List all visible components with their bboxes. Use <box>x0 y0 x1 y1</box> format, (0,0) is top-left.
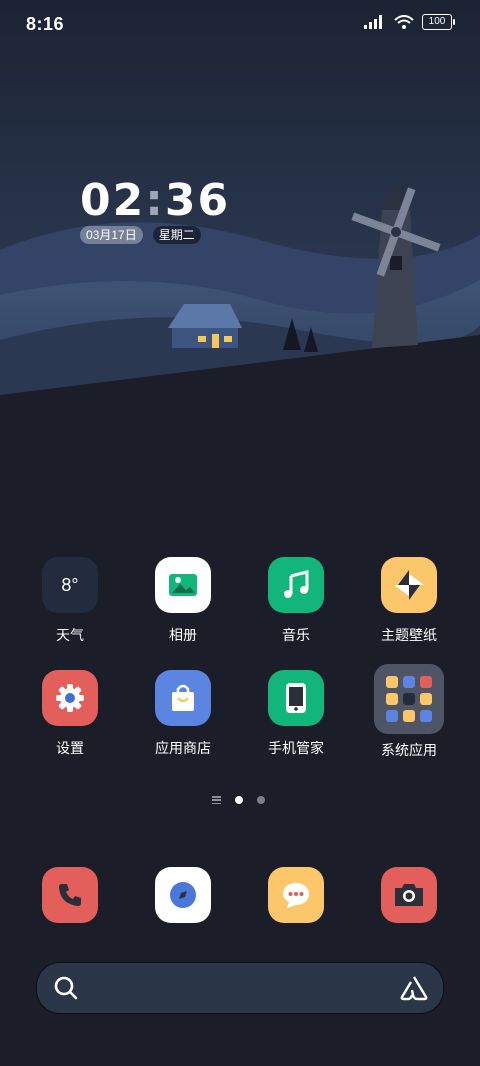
camera-icon <box>381 867 437 923</box>
folder-preview-grid <box>386 676 432 722</box>
page-dot-1[interactable] <box>235 796 243 804</box>
app-themes[interactable]: 主题壁纸 <box>364 557 454 645</box>
page-indicator[interactable] <box>212 796 265 804</box>
app-settings[interactable]: 设置 <box>25 670 115 758</box>
gear-icon <box>42 670 98 726</box>
clock-separator: : <box>145 175 165 226</box>
clock-minute: 36 <box>164 175 231 226</box>
app-system-apps-folder[interactable]: 系统应用 <box>364 664 454 760</box>
battery-icon: 100 <box>422 14 455 30</box>
app-label-system-apps: 系统应用 <box>381 742 437 758</box>
wifi-icon <box>394 15 414 29</box>
app-music[interactable]: 音乐 <box>251 557 341 645</box>
status-bar: 8:16 100 <box>0 0 480 50</box>
compass-icon <box>155 867 211 923</box>
app-drawer-icon[interactable] <box>212 796 221 804</box>
app-app-store[interactable]: 应用商店 <box>138 670 228 758</box>
shopping-bag-icon <box>155 670 211 726</box>
assistant-icon[interactable] <box>399 975 429 1001</box>
search-icon[interactable] <box>53 975 79 1001</box>
dock-phone[interactable] <box>42 867 98 923</box>
app-label-app-store: 应用商店 <box>155 740 211 756</box>
clock-widget[interactable]: 02:36 03月17日 星期二 <box>80 176 230 244</box>
app-weather[interactable]: 8° 天气 <box>25 557 115 645</box>
app-label-themes: 主题壁纸 <box>381 627 437 643</box>
weather-icon: 8° <box>42 557 98 613</box>
folder-icon <box>374 664 444 734</box>
dock-browser[interactable] <box>155 867 211 923</box>
phone-manager-icon <box>268 670 324 726</box>
chat-icon <box>268 867 324 923</box>
page-dot-2[interactable] <box>257 796 265 804</box>
app-gallery[interactable]: 相册 <box>138 557 228 645</box>
clock-time: 02:36 <box>80 176 230 226</box>
app-label-phone-manager: 手机管家 <box>268 740 324 756</box>
clock-weekday: 星期二 <box>152 226 201 244</box>
app-label-weather: 天气 <box>56 627 84 643</box>
weather-temp: 8° <box>61 574 79 595</box>
search-bar[interactable] <box>36 962 444 1014</box>
music-icon <box>268 557 324 613</box>
themes-icon <box>381 557 437 613</box>
app-label-settings: 设置 <box>56 740 84 756</box>
clock-hour: 02 <box>80 175 146 226</box>
app-label-gallery: 相册 <box>169 627 197 643</box>
status-icons: 100 <box>364 14 455 30</box>
gallery-icon <box>155 557 211 613</box>
dock-camera[interactable] <box>381 867 437 923</box>
signal-icon <box>364 15 382 29</box>
app-label-music: 音乐 <box>282 627 310 643</box>
phone-icon <box>42 867 98 923</box>
app-phone-manager[interactable]: 手机管家 <box>251 670 341 758</box>
status-time: 8:16 <box>26 14 65 34</box>
clock-date: 03月17日 <box>80 226 143 244</box>
dock-messages[interactable] <box>268 867 324 923</box>
